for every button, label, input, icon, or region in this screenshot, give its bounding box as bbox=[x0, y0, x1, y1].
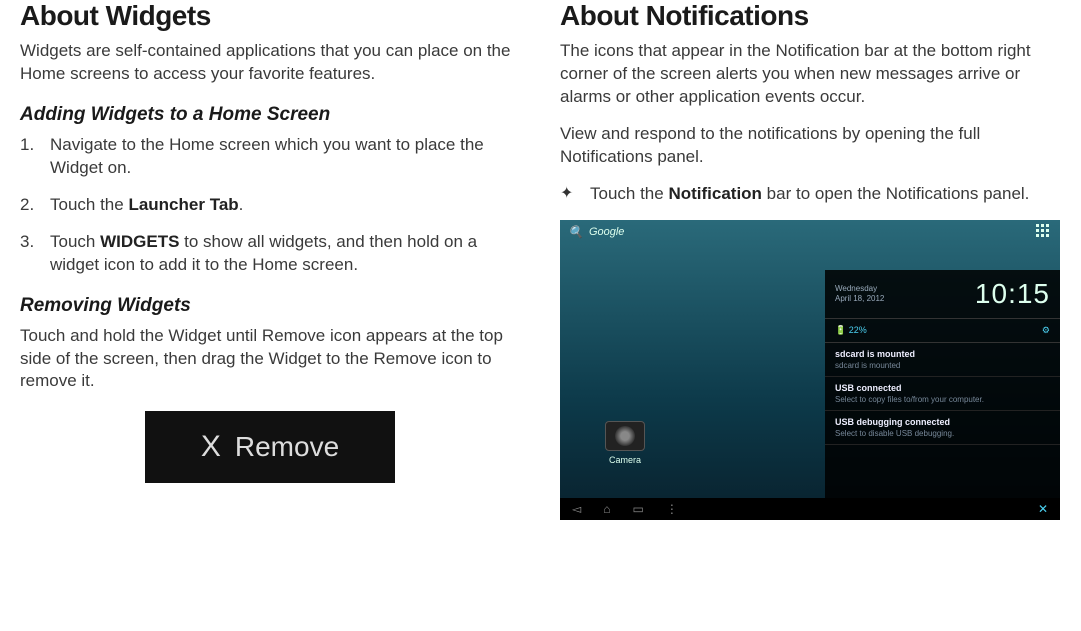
notifications-panel[interactable]: Wednesday April 18, 2012 10:15 🔋 22% ⚙ s… bbox=[825, 270, 1060, 498]
removing-widgets-para: Touch and hold the Widget until Remove i… bbox=[20, 325, 520, 394]
notif-sdcard-desc: sdcard is mounted bbox=[835, 361, 1050, 370]
close-icon[interactable]: ✕ bbox=[1038, 502, 1048, 516]
panel-battery-row[interactable]: 🔋 22% ⚙ bbox=[825, 319, 1060, 343]
battery-percent: 🔋 22% bbox=[835, 325, 867, 336]
notif-sdcard-title: sdcard is mounted bbox=[835, 349, 1050, 359]
panel-clock-row: Wednesday April 18, 2012 10:15 bbox=[825, 270, 1060, 319]
remove-label: Remove bbox=[235, 431, 339, 463]
panel-time: 10:15 bbox=[975, 278, 1050, 310]
widgets-intro: Widgets are self-contained applications … bbox=[20, 40, 520, 86]
bullet-post: bar to open the Notifications panel. bbox=[762, 184, 1029, 203]
camera-icon bbox=[605, 421, 645, 451]
right-column: About Notifications The icons that appea… bbox=[560, 0, 1060, 631]
notif-usb[interactable]: USB connected Select to copy files to/fr… bbox=[825, 377, 1060, 411]
panel-date: Wednesday April 18, 2012 bbox=[835, 284, 884, 303]
apps-grid-icon[interactable] bbox=[1036, 224, 1052, 240]
search-label[interactable]: Google bbox=[589, 226, 624, 238]
notif-sdcard[interactable]: sdcard is mounted sdcard is mounted bbox=[825, 343, 1060, 377]
settings-icon[interactable]: ⚙ bbox=[1042, 325, 1050, 336]
panel-full-date: April 18, 2012 bbox=[835, 294, 884, 304]
remove-x-icon: X bbox=[201, 430, 221, 464]
notifications-p2: View and respond to the notifications by… bbox=[560, 123, 1060, 169]
remove-badge: X Remove bbox=[145, 411, 395, 483]
step-3: Touch WIDGETS to show all widgets, and t… bbox=[20, 231, 520, 277]
notification-bullet: ✦ Touch the Notification bar to open the… bbox=[560, 183, 1060, 206]
camera-app-icon[interactable]: Camera bbox=[600, 421, 650, 465]
tablet-navbar: ◅ ⌂ ▭ ⋮ ✕ bbox=[560, 498, 1060, 520]
step-2-pre: Touch the bbox=[50, 195, 128, 214]
step-3-pre: Touch bbox=[50, 232, 100, 251]
left-column: About Widgets Widgets are self-contained… bbox=[20, 0, 520, 631]
panel-day: Wednesday bbox=[835, 284, 884, 294]
back-icon[interactable]: ◅ bbox=[572, 502, 581, 516]
step-2-bold: Launcher Tab bbox=[128, 195, 238, 214]
removing-widgets-subheading: Removing Widgets bbox=[20, 295, 520, 317]
adding-widgets-subheading: Adding Widgets to a Home Screen bbox=[20, 104, 520, 126]
camera-label: Camera bbox=[600, 455, 650, 465]
recent-icon[interactable]: ▭ bbox=[632, 502, 643, 516]
star-icon: ✦ bbox=[560, 183, 590, 205]
step-1: Navigate to the Home screen which you wa… bbox=[20, 134, 520, 180]
notif-usb-debug-desc: Select to disable USB debugging. bbox=[835, 429, 1050, 438]
search-icon[interactable]: 🔍 bbox=[568, 225, 583, 239]
step-2-post: . bbox=[239, 195, 244, 214]
notif-usb-title: USB connected bbox=[835, 383, 1050, 393]
bullet-text: Touch the Notification bar to open the N… bbox=[590, 183, 1029, 206]
adding-widgets-steps: Navigate to the Home screen which you wa… bbox=[20, 134, 520, 277]
tablet-topbar: 🔍 Google bbox=[560, 220, 1060, 244]
step-2: Touch the Launcher Tab. bbox=[20, 194, 520, 217]
step-3-bold: WIDGETS bbox=[100, 232, 179, 251]
tablet-screenshot: 🔍 Google Camera Wednesday April 18, 2012… bbox=[560, 220, 1060, 520]
notifications-p1: The icons that appear in the Notificatio… bbox=[560, 40, 1060, 109]
about-notifications-heading: About Notifications bbox=[560, 0, 1060, 32]
notif-usb-debug-title: USB debugging connected bbox=[835, 417, 1050, 427]
bullet-bold: Notification bbox=[668, 184, 762, 203]
home-icon[interactable]: ⌂ bbox=[603, 502, 610, 516]
menu-icon[interactable]: ⋮ bbox=[666, 502, 678, 516]
bullet-pre: Touch the bbox=[590, 184, 668, 203]
about-widgets-heading: About Widgets bbox=[20, 0, 520, 32]
notif-usb-debug[interactable]: USB debugging connected Select to disabl… bbox=[825, 411, 1060, 445]
notif-usb-desc: Select to copy files to/from your comput… bbox=[835, 395, 1050, 404]
